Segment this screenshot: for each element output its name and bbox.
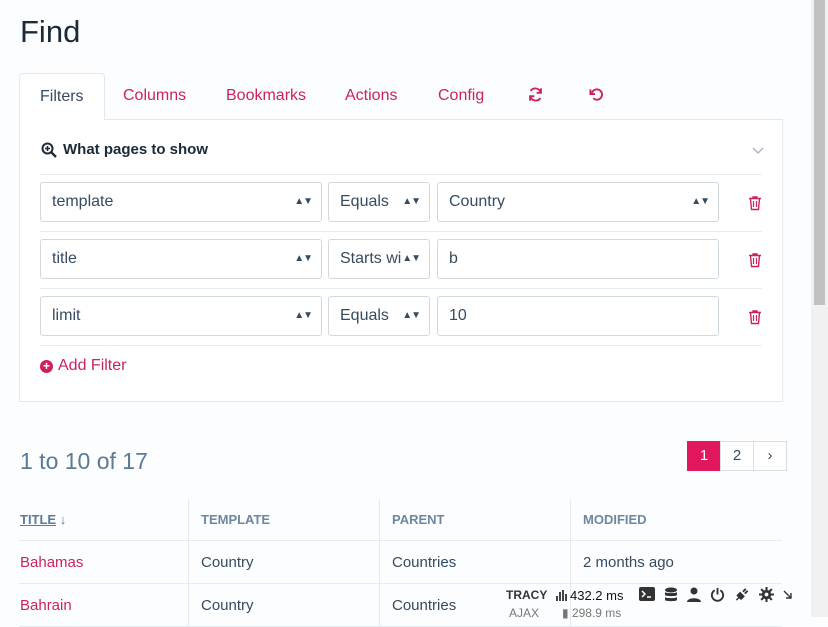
filter-value-input[interactable]: b [437, 239, 719, 279]
column-title-label: TITLE [20, 512, 57, 527]
power-icon[interactable] [710, 587, 725, 602]
select-arrows-icon: ▲▼ [402, 310, 421, 321]
tab-config[interactable]: Config [418, 73, 504, 119]
filter-field-select[interactable]: limit ▲▼ [40, 296, 322, 336]
trash-icon[interactable] [748, 309, 762, 325]
table-row: Bahamas Country Countries 2 months ago [19, 540, 782, 584]
row-title-link[interactable]: Bahamas [19, 540, 189, 584]
plus-circle-icon: + [40, 359, 53, 373]
page-2-button[interactable]: 2 [720, 441, 754, 471]
tab-columns[interactable]: Columns [103, 73, 206, 119]
trash-icon[interactable] [748, 195, 762, 211]
column-header-template[interactable]: TEMPLATE [188, 499, 380, 541]
refresh-icon [529, 87, 542, 102]
filter-field-value: title [52, 250, 77, 267]
row-modified: 2 months ago [570, 540, 782, 584]
tracy-ajax-label[interactable]: AJAX [509, 606, 539, 620]
tracy-debug-bar[interactable]: TRACY 432.2 ms [502, 583, 819, 617]
tracy-ajax-time-value: 298.9 ms [571, 606, 622, 620]
bar-chart-icon [556, 589, 567, 601]
column-header-parent[interactable]: PARENT [379, 499, 571, 541]
filter-value-text: Country [449, 193, 506, 210]
tab-refresh[interactable] [508, 73, 563, 119]
tracy-ajax-time[interactable]: ▮ 298.9 ms [562, 606, 621, 620]
tracy-time-value: 432.2 ms [570, 587, 624, 603]
select-arrows-icon: ▲▼ [294, 310, 313, 321]
column-header-modified[interactable]: MODIFIED [570, 499, 782, 541]
divider [40, 345, 762, 346]
panel-top-border [84, 119, 782, 120]
page-title: Find [20, 14, 81, 49]
user-icon[interactable] [687, 587, 702, 602]
add-filter-button[interactable]: + Add Filter [40, 357, 126, 375]
gear-icon[interactable] [759, 587, 775, 602]
tracy-panel-icons [639, 587, 793, 603]
database-icon[interactable] [664, 587, 678, 603]
tab-config-label: Config [438, 87, 485, 104]
results-summary: 1 to 10 of 17 [20, 448, 148, 474]
filter-operator-value: Starts wi [340, 250, 402, 267]
trash-icon[interactable] [748, 252, 762, 268]
filter-operator-select[interactable]: Starts wi ▲▼ [328, 239, 430, 279]
filter-operator-select[interactable]: Equals ▲▼ [328, 182, 430, 222]
tab-bookmarks-label: Bookmarks [226, 87, 307, 104]
section-header[interactable]: What pages to show [41, 141, 208, 158]
terminal-icon[interactable] [639, 587, 656, 601]
row-parent: Countries [379, 540, 571, 584]
tab-bookmarks[interactable]: Bookmarks [206, 73, 326, 119]
row-template: Country [188, 583, 380, 627]
section-title: What pages to show [63, 141, 209, 158]
scrollbar-thumb[interactable] [814, 0, 825, 305]
filters-panel: What pages to show template ▲▼ Equals ▲▼ C… [19, 119, 783, 402]
column-header-title[interactable]: TITLE ↓ [19, 499, 189, 541]
filter-operator-value: Equals [340, 193, 389, 210]
filter-field-select[interactable]: title ▲▼ [40, 239, 322, 279]
search-plus-icon [41, 142, 57, 158]
tab-filters[interactable]: Filters [19, 73, 105, 121]
tracy-time[interactable]: 432.2 ms [556, 588, 623, 603]
tab-bar: Filters Columns Bookmarks Actions Config [19, 73, 782, 121]
reset-icon [589, 88, 603, 101]
filter-operator-select[interactable]: Equals ▲▼ [328, 296, 430, 336]
sort-arrow-icon: ↓ [59, 512, 67, 527]
pagination: 1 2 › [687, 441, 787, 471]
add-filter-label: Add Filter [58, 357, 127, 374]
filter-field-select[interactable]: template ▲▼ [40, 182, 322, 222]
filter-value-text: b [449, 250, 458, 267]
divider [40, 288, 762, 289]
divider [40, 231, 762, 232]
filter-field-value: template [52, 193, 114, 210]
tab-reset[interactable] [569, 73, 624, 119]
row-template: Country [188, 540, 380, 584]
filter-value-text: 10 [449, 307, 467, 324]
tab-actions[interactable]: Actions [325, 73, 417, 119]
filter-value-input[interactable]: 10 [437, 296, 719, 336]
next-page-button[interactable]: › [753, 441, 787, 471]
table-header-row: TITLE ↓ TEMPLATE PARENT MODIFIED [19, 499, 782, 541]
chevron-down-icon[interactable] [752, 144, 764, 158]
tab-columns-label: Columns [123, 87, 187, 104]
tab-filters-label: Filters [40, 88, 84, 105]
select-arrows-icon: ▲▼ [402, 253, 421, 264]
filter-value-select[interactable]: Country ▲▼ [437, 182, 719, 222]
tracy-label[interactable]: TRACY [502, 588, 556, 602]
filter-field-value: limit [52, 307, 81, 324]
select-arrows-icon: ▲▼ [294, 196, 313, 207]
plug-icon[interactable] [734, 587, 750, 602]
select-arrows-icon: ▲▼ [691, 196, 710, 207]
page-1-button[interactable]: 1 [687, 441, 721, 471]
select-arrows-icon: ▲▼ [402, 196, 421, 207]
filter-operator-value: Equals [340, 307, 389, 324]
select-arrows-icon: ▲▼ [294, 253, 313, 264]
divider [40, 174, 762, 175]
minimize-arrow-icon[interactable] [783, 590, 793, 600]
tab-actions-label: Actions [345, 87, 398, 104]
row-title-link[interactable]: Bahrain [19, 583, 189, 627]
page-scrollbar[interactable] [811, 0, 828, 617]
